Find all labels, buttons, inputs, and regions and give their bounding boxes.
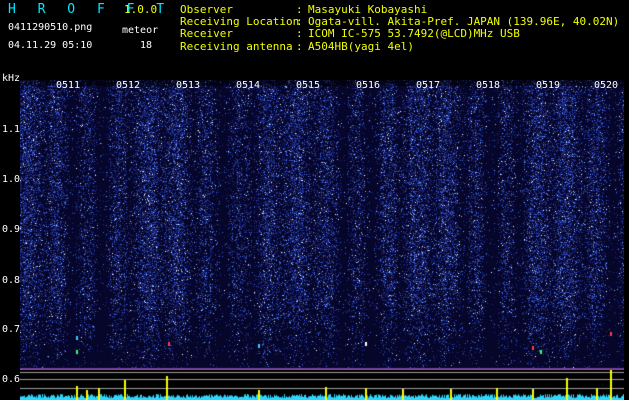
meteor-count: 18 bbox=[140, 40, 153, 51]
y-tick-0-8: 0.8 bbox=[2, 275, 21, 286]
time-tick-0520: 0520 bbox=[594, 80, 619, 91]
meteor-label: meteor bbox=[122, 25, 159, 36]
time-tick-0519: 0519 bbox=[536, 80, 561, 91]
file-name: 0411290510.png bbox=[8, 22, 93, 33]
y-tick-1-0: 1.0 bbox=[2, 174, 21, 185]
axis-unit-label: kHz bbox=[2, 73, 21, 84]
signal-level-strip bbox=[20, 370, 624, 400]
app-version: 1.0.0 bbox=[124, 3, 158, 16]
time-tick-0518: 0518 bbox=[476, 80, 501, 91]
y-tick-0-6: 0.6 bbox=[2, 374, 21, 385]
time-tick-0517: 0517 bbox=[416, 80, 441, 91]
y-tick-0-9: 0.9 bbox=[2, 224, 21, 235]
station-info: Observer: Masayuki Kobayashi Receiving Lo… bbox=[180, 3, 619, 53]
time-tick-0514: 0514 bbox=[236, 80, 261, 91]
spectrogram-canvas bbox=[20, 80, 624, 370]
time-tick-0516: 0516 bbox=[356, 80, 381, 91]
hrofft-window: H R O F F T 1.0.0 0411290510.png 04.11.2… bbox=[0, 0, 629, 400]
time-tick-0513: 0513 bbox=[176, 80, 201, 91]
y-tick-1-1: 1.1 bbox=[2, 124, 21, 135]
time-tick-0515: 0515 bbox=[296, 80, 321, 91]
info-row-antenna: Receiving antenna: A504HB(yagi 4el) bbox=[180, 39, 414, 53]
time-tick-0511: 0511 bbox=[56, 80, 81, 91]
capture-datetime: 04.11.29 05:10 bbox=[8, 40, 93, 51]
time-tick-0512: 0512 bbox=[116, 80, 141, 91]
y-tick-0-7: 0.7 bbox=[2, 324, 21, 335]
